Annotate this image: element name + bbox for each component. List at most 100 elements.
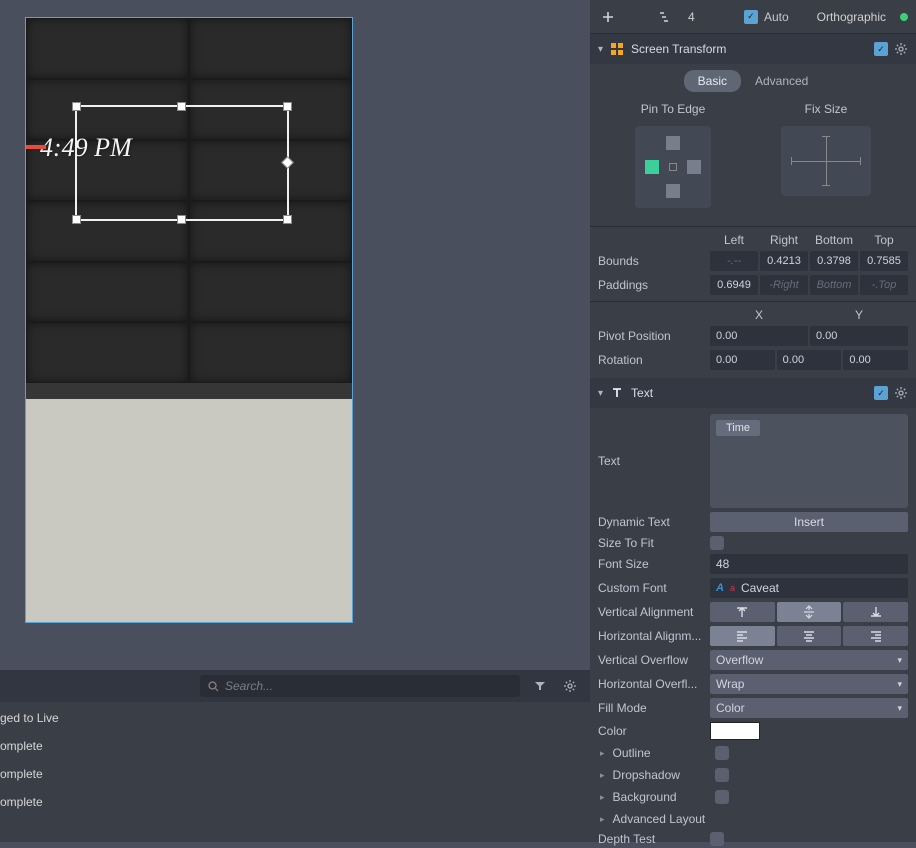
- hierarchy-level: 4: [688, 10, 695, 24]
- component-title: Screen Transform: [631, 42, 868, 56]
- background-checkbox[interactable]: [715, 790, 729, 804]
- halign-left-button[interactable]: [710, 626, 775, 646]
- bounds-bottom-input[interactable]: [810, 251, 858, 271]
- hoverflow-select[interactable]: Wrap▾: [710, 674, 908, 694]
- color-swatch[interactable]: [710, 722, 760, 740]
- col-right: Right: [760, 233, 808, 247]
- font-icon: A: [716, 582, 724, 594]
- log-line: omplete: [0, 732, 590, 760]
- dropshadow-label: Dropshadow: [613, 768, 707, 782]
- text-content-area[interactable]: Time: [710, 414, 908, 508]
- auto-toggle[interactable]: ✓ Auto: [744, 10, 789, 24]
- padding-bottom-input[interactable]: [810, 275, 858, 295]
- col-left: Left: [710, 233, 758, 247]
- padding-left-input[interactable]: [710, 275, 758, 295]
- pin-right[interactable]: [687, 160, 701, 174]
- fix-size-label: Fix Size: [781, 102, 871, 116]
- hierarchy-icon[interactable]: [656, 7, 676, 27]
- valign-top-button[interactable]: [710, 602, 775, 622]
- col-y: Y: [810, 308, 908, 322]
- valign-label: Vertical Alignment: [598, 605, 708, 619]
- filter-icon[interactable]: [530, 676, 550, 696]
- font-size-label: Font Size: [598, 557, 708, 571]
- col-x: X: [710, 308, 808, 322]
- screen-transform-header[interactable]: ▾ Screen Transform ✓: [590, 34, 916, 64]
- outline-checkbox[interactable]: [715, 746, 729, 760]
- chevron-right-icon[interactable]: ▸: [600, 792, 605, 803]
- rotation-z-input[interactable]: [843, 350, 908, 370]
- font-icon-sub: a: [730, 583, 735, 593]
- pin-top[interactable]: [666, 136, 680, 150]
- transform-controls: Pin To Edge Fix Size: [590, 102, 916, 222]
- pin-bottom[interactable]: [666, 184, 680, 198]
- scene-wall: [26, 18, 352, 399]
- font-size-input[interactable]: [710, 554, 908, 574]
- bounds-right-input[interactable]: [760, 251, 808, 271]
- time-text-overlay: 4:49 PM: [40, 133, 132, 163]
- fill-mode-select[interactable]: Color▾: [710, 698, 908, 718]
- pin-left[interactable]: [645, 160, 659, 174]
- auto-label: Auto: [764, 10, 789, 24]
- padding-right-input[interactable]: [760, 275, 808, 295]
- tab-basic[interactable]: Basic: [684, 70, 741, 92]
- log-header: Search...: [0, 670, 590, 702]
- fix-size-control[interactable]: [781, 126, 871, 196]
- valign-middle-button[interactable]: [777, 602, 842, 622]
- tab-advanced[interactable]: Advanced: [741, 70, 822, 92]
- text-token[interactable]: Time: [716, 420, 760, 436]
- advanced-layout-label: Advanced Layout: [613, 812, 908, 826]
- pivot-y-input[interactable]: [810, 326, 908, 346]
- check-icon: ✓: [744, 10, 758, 24]
- voverflow-select[interactable]: Overflow▾: [710, 650, 908, 670]
- padding-top-input[interactable]: [860, 275, 908, 295]
- log-panel: Search... ged to Live omplete omplete om…: [0, 670, 590, 842]
- projection-label[interactable]: Orthographic: [817, 10, 886, 24]
- pin-center[interactable]: [669, 163, 677, 171]
- halign-right-button[interactable]: [843, 626, 908, 646]
- viewport-canvas[interactable]: 4:49 PM: [25, 17, 353, 623]
- chevron-down-icon: ▾: [598, 44, 603, 55]
- pivot-x-input[interactable]: [710, 326, 808, 346]
- dropshadow-checkbox[interactable]: [715, 768, 729, 782]
- text-component-header[interactable]: ▾ Text ✓: [590, 378, 916, 408]
- custom-font-field[interactable]: Aa Caveat: [710, 578, 908, 598]
- text-icon: [609, 385, 625, 401]
- component-title: Text: [631, 386, 868, 400]
- size-to-fit-checkbox[interactable]: [710, 536, 724, 550]
- gear-icon[interactable]: [560, 676, 580, 696]
- inspector-toolbar: 4 ✓ Auto Orthographic: [590, 0, 916, 34]
- bounds-left-input[interactable]: [710, 251, 758, 271]
- bounds-top-input[interactable]: [860, 251, 908, 271]
- outline-label: Outline: [613, 746, 707, 760]
- voverflow-label: Vertical Overflow: [598, 653, 708, 667]
- chevron-right-icon[interactable]: ▸: [600, 748, 605, 759]
- paddings-label: Paddings: [598, 278, 708, 292]
- depth-test-checkbox[interactable]: [710, 832, 724, 846]
- text-label: Text: [598, 454, 708, 468]
- inspector-panel: 4 ✓ Auto Orthographic ▾ Screen Transform…: [590, 0, 916, 842]
- enable-check-icon[interactable]: ✓: [874, 386, 888, 400]
- custom-font-name: Caveat: [741, 581, 779, 595]
- rotation-label: Rotation: [598, 353, 708, 367]
- status-dot: [900, 13, 908, 21]
- valign-bottom-button[interactable]: [843, 602, 908, 622]
- insert-button[interactable]: Insert: [710, 512, 908, 532]
- col-bottom: Bottom: [810, 233, 858, 247]
- gear-icon[interactable]: [894, 386, 908, 400]
- log-line: ged to Live: [0, 704, 590, 732]
- chevron-down-icon: ▾: [598, 388, 603, 399]
- halign-label: Horizontal Alignm...: [598, 629, 708, 643]
- rotation-x-input[interactable]: [710, 350, 775, 370]
- chevron-right-icon[interactable]: ▸: [600, 770, 605, 781]
- log-search-input[interactable]: Search...: [200, 675, 520, 697]
- add-icon[interactable]: [598, 7, 618, 27]
- halign-center-button[interactable]: [777, 626, 842, 646]
- log-body: ged to Live omplete omplete omplete: [0, 702, 590, 818]
- depth-test-label: Depth Test: [598, 832, 708, 846]
- enable-check-icon[interactable]: ✓: [874, 42, 888, 56]
- chevron-right-icon[interactable]: ▸: [600, 814, 605, 825]
- rotation-y-input[interactable]: [777, 350, 842, 370]
- gear-icon[interactable]: [894, 42, 908, 56]
- pin-to-edge-grid[interactable]: [635, 126, 711, 208]
- color-label: Color: [598, 724, 708, 738]
